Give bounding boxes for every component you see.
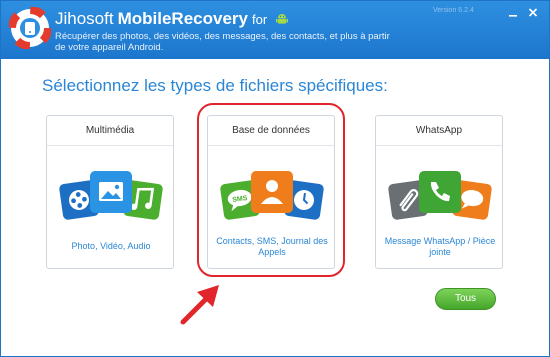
brand-name: Jihosoft bbox=[55, 9, 114, 28]
card-multimedia[interactable]: Multimédia Photo, Vidéo, Audio bbox=[46, 115, 174, 269]
phone-icon bbox=[419, 171, 461, 213]
multimedia-icon-group bbox=[59, 171, 163, 220]
card-title: WhatsApp bbox=[376, 116, 502, 146]
minimize-button[interactable] bbox=[505, 6, 521, 20]
app-subtitle: Récupérer des photos, des vidéos, des me… bbox=[55, 31, 390, 53]
close-icon bbox=[528, 8, 538, 17]
page-heading: Sélectionnez les types de fichiers spéci… bbox=[42, 76, 388, 95]
card-caption: Message WhatsApp / Pièce jointe bbox=[384, 236, 496, 257]
minimize-icon bbox=[509, 15, 517, 17]
title-bar: Jihosoft MobileRecovery for Récupérer des … bbox=[1, 1, 549, 59]
card-whatsapp[interactable]: WhatsApp Message WhatsApp / Pièce jointe bbox=[375, 115, 503, 269]
arrow-icon bbox=[180, 285, 219, 325]
image-icon bbox=[90, 171, 132, 213]
app-window: Jihosoft MobileRecovery for Récupérer des … bbox=[0, 0, 550, 357]
selection-highlight bbox=[197, 103, 345, 277]
close-button[interactable] bbox=[525, 6, 541, 20]
product-name: MobileRecovery bbox=[117, 9, 248, 28]
version-label: Version 6.2.4 bbox=[433, 7, 474, 14]
card-caption: Photo, Vidéo, Audio bbox=[71, 241, 151, 251]
whatsapp-icon-group bbox=[388, 171, 492, 220]
android-icon bbox=[275, 14, 288, 24]
card-title: Multimédia bbox=[47, 116, 173, 146]
select-all-button[interactable]: Tous bbox=[435, 288, 496, 310]
app-logo-icon bbox=[9, 7, 51, 49]
for-label: for bbox=[251, 12, 268, 27]
app-title: Jihosoft MobileRecovery for bbox=[55, 9, 289, 29]
